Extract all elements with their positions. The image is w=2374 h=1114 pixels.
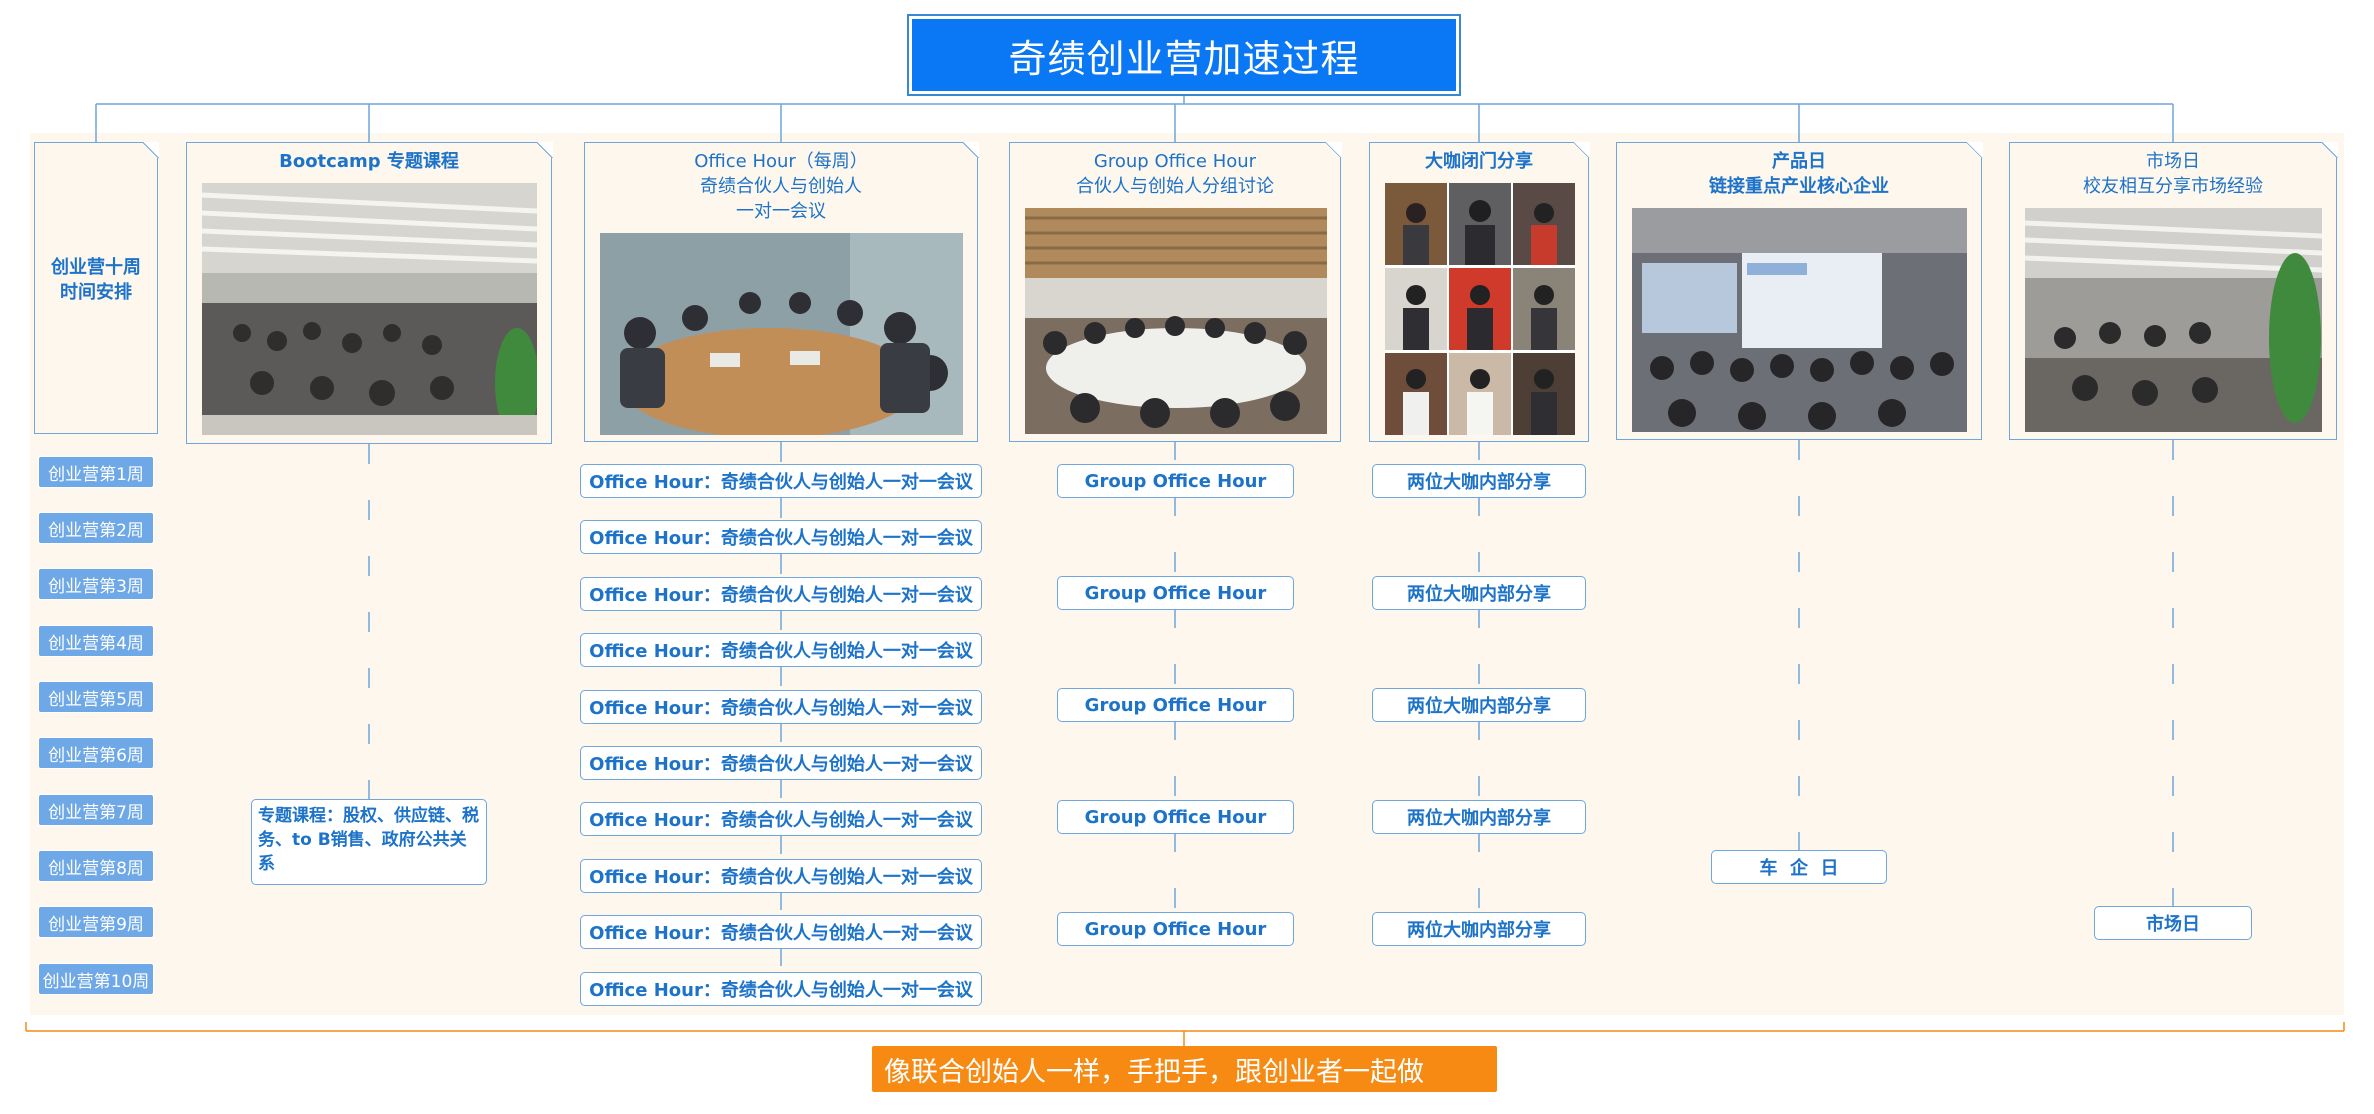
week-badge-9: 创业营第9周 — [38, 906, 154, 938]
bootcamp-topics-note: 专题课程：股权、供应链、税务、to B销售、政府公共关系 — [251, 799, 487, 885]
group-office-hour-item: Group Office Hour — [1057, 576, 1294, 610]
weeks-card-title: 创业营十周 时间安排 — [35, 255, 157, 305]
talks-item: 两位大咖内部分享 — [1372, 464, 1586, 498]
group-office-hour-item: Group Office Hour — [1057, 464, 1294, 498]
office-hour-item: Office Hour：奇绩合伙人与创始人一对一会议 — [580, 520, 982, 554]
talks-title: 大咖闭门分享 — [1425, 151, 1533, 172]
group-office-hour-item: Group Office Hour — [1057, 688, 1294, 722]
office-hour-item: Office Hour：奇绩合伙人与创始人一对一会议 — [580, 633, 982, 667]
week-badge-5: 创业营第5周 — [38, 681, 154, 713]
week-badge-6: 创业营第6周 — [38, 737, 154, 769]
group-office-hour-photo — [1025, 208, 1327, 434]
weeks-title-line: 时间安排 — [60, 282, 132, 303]
week-badge-4: 创业营第4周 — [38, 625, 154, 657]
office-hour-item: Office Hour：奇绩合伙人与创始人一对一会议 — [580, 972, 982, 1006]
weeks-card: 创业营十周 时间安排 — [34, 141, 159, 434]
office-hour-item: Office Hour：奇绩合伙人与创始人一对一会议 — [580, 859, 982, 893]
talks-item: 两位大咖内部分享 — [1372, 800, 1586, 834]
diagram-title: 奇绩创业营加速过程 — [907, 14, 1461, 96]
office-hour-item: Office Hour：奇绩合伙人与创始人一对一会议 — [580, 915, 982, 949]
market-day-photo — [2025, 208, 2322, 432]
group-office-hour-item: Group Office Hour — [1057, 800, 1294, 834]
weeks-title-line: 创业营十周 — [51, 257, 141, 278]
week-badge-7: 创业营第7周 — [38, 794, 154, 826]
office-hour-item: Office Hour：奇绩合伙人与创始人一对一会议 — [580, 746, 982, 780]
group-office-hour-item: Group Office Hour — [1057, 912, 1294, 946]
office-hour-item: Office Hour：奇绩合伙人与创始人一对一会议 — [580, 802, 982, 836]
week-badge-10: 创业营第10周 — [38, 963, 154, 995]
market-day-title-line: 校友相互分享市场经验 — [2083, 176, 2263, 197]
week-badge-2: 创业营第2周 — [38, 512, 154, 544]
talks-item: 两位大咖内部分享 — [1372, 576, 1586, 610]
market-day-item: 市场日 — [2094, 906, 2252, 940]
week-badge-8: 创业营第8周 — [38, 850, 154, 882]
office-hour-title-line: 一对一会议 — [736, 201, 826, 222]
office-hour-title-line: 奇绩合伙人与创始人 — [700, 176, 862, 197]
group-office-hour-card: Group Office Hour 合伙人与创始人分组讨论 — [1009, 141, 1342, 442]
office-hour-card: Office Hour（每周） 奇绩合伙人与创始人 一对一会议 — [584, 141, 979, 442]
office-hour-item: Office Hour：奇绩合伙人与创始人一对一会议 — [580, 690, 982, 724]
talks-item: 两位大咖内部分享 — [1372, 688, 1586, 722]
product-day-photo — [1632, 208, 1967, 432]
week-badge-1: 创业营第1周 — [38, 456, 154, 488]
diagram-stage: 奇绩创业营加速过程 创业营十周 时间安排 创业营第1周 创业营第2周 创业营第3… — [0, 0, 2374, 1114]
market-day-title: 市场日 校友相互分享市场经验 — [2010, 149, 2336, 199]
office-hour-item: Office Hour：奇绩合伙人与创始人一对一会议 — [580, 464, 982, 498]
product-day-title-line: 链接重点产业核心企业 — [1709, 176, 1889, 197]
talks-photo-grid — [1385, 183, 1575, 435]
market-day-card: 市场日 校友相互分享市场经验 — [2009, 141, 2338, 440]
bootcamp-title: Bootcamp 专题课程 — [279, 151, 459, 172]
talks-card: 大咖闭门分享 — [1369, 141, 1590, 442]
market-day-title-line: 市场日 — [2146, 151, 2200, 172]
office-hour-item: Office Hour：奇绩合伙人与创始人一对一会议 — [580, 577, 982, 611]
bootcamp-card: Bootcamp 专题课程 — [186, 141, 553, 444]
product-day-title: 产品日 链接重点产业核心企业 — [1617, 149, 1981, 199]
product-day-card: 产品日 链接重点产业核心企业 — [1616, 141, 1983, 440]
group-office-hour-title: Group Office Hour 合伙人与创始人分组讨论 — [1010, 149, 1340, 199]
office-hour-title: Office Hour（每周） 奇绩合伙人与创始人 一对一会议 — [585, 149, 977, 224]
group-office-hour-title-line: 合伙人与创始人分组讨论 — [1076, 176, 1274, 197]
slogan-banner: 像联合创始人一样，手把手，跟创业者一起做 — [872, 1046, 1497, 1092]
product-day-item: 车 企 日 — [1711, 850, 1887, 884]
office-hour-title-line: Office Hour（每周） — [694, 151, 868, 172]
week-badge-3: 创业营第3周 — [38, 568, 154, 600]
product-day-title-line: 产品日 — [1772, 151, 1826, 172]
talks-item: 两位大咖内部分享 — [1372, 912, 1586, 946]
bootcamp-photo — [202, 183, 537, 435]
group-office-hour-title-line: Group Office Hour — [1093, 151, 1257, 172]
office-hour-photo — [600, 233, 963, 435]
